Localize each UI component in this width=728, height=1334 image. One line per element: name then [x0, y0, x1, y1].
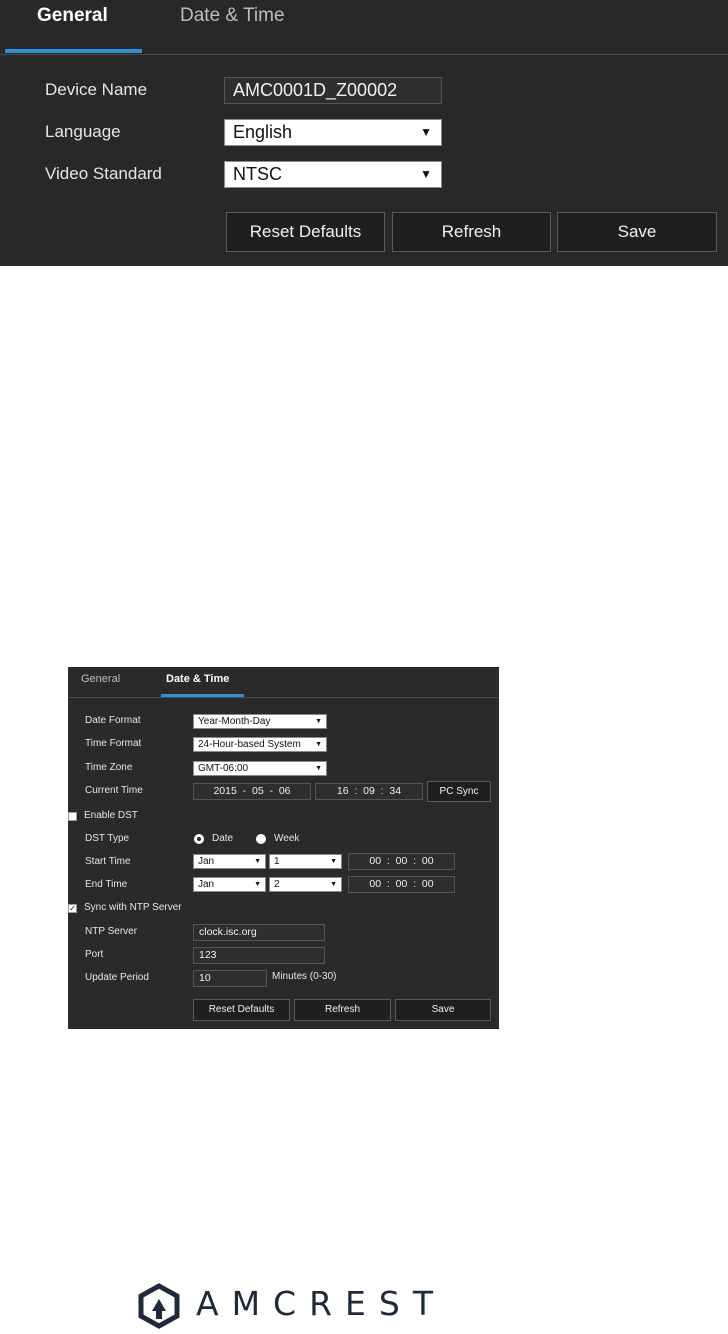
video-standard-select[interactable]: NTSC ▼	[224, 161, 442, 188]
enable-dst-label: Enable DST	[84, 810, 138, 821]
dropdown-arrow-icon: ▼	[420, 125, 432, 139]
dropdown-arrow-icon: ▼	[313, 715, 322, 728]
dropdown-arrow-icon: ▼	[252, 855, 261, 868]
start-clock-field[interactable]: 00 : 00 : 00	[348, 853, 455, 870]
date-time-settings-panel: General Date & Time Date Format Year-Mon…	[68, 667, 499, 1029]
time-format-value: 24-Hour-based System	[198, 739, 301, 750]
ntp-sync-checkbox[interactable]: ✓	[68, 904, 77, 913]
start-month-value: Jan	[198, 856, 215, 867]
ntp-server-label: NTP Server	[85, 926, 138, 937]
update-period-input[interactable]: 10	[193, 970, 267, 987]
general-settings-panel: General Date & Time Device Name AMC0001D…	[0, 0, 728, 266]
port-label: Port	[85, 949, 104, 960]
tab-bar: General Date & Time	[0, 0, 728, 55]
end-month-select[interactable]: Jan ▼	[193, 877, 266, 892]
port-input[interactable]: 123	[193, 947, 325, 964]
start-day-value: 1	[274, 856, 280, 867]
dst-type-week-radio[interactable]	[256, 834, 266, 844]
checkmark-icon: ✓	[69, 904, 76, 913]
current-time-label: Current Time	[85, 785, 143, 796]
tab-general[interactable]: General	[81, 673, 120, 685]
dropdown-arrow-icon: ▼	[313, 762, 322, 775]
time-format-label: Time Format	[85, 738, 142, 749]
tab-general[interactable]: General	[37, 5, 108, 27]
reset-defaults-button[interactable]: Reset Defaults	[226, 212, 385, 252]
save-button[interactable]: Save	[557, 212, 717, 252]
time-format-select[interactable]: 24-Hour-based System ▼	[193, 737, 327, 752]
date-format-select[interactable]: Year-Month-Day ▼	[193, 714, 327, 729]
pc-sync-button[interactable]: PC Sync	[427, 781, 491, 802]
time-zone-select[interactable]: GMT-06:00 ▼	[193, 761, 327, 776]
dst-type-date-label: Date	[212, 833, 234, 844]
current-clock-field[interactable]: 16 : 09 : 34	[315, 783, 423, 800]
tab-bar: General Date & Time	[68, 667, 499, 698]
end-day-select[interactable]: 2 ▼	[269, 877, 342, 892]
ntp-sync-label: Sync with NTP Server	[84, 902, 182, 913]
active-tab-indicator	[5, 49, 142, 53]
dropdown-arrow-icon: ▼	[252, 878, 261, 891]
tab-date-time[interactable]: Date & Time	[166, 673, 229, 685]
video-standard-value: NTSC	[233, 164, 282, 184]
device-name-value: AMC0001D_Z00002	[233, 80, 398, 100]
update-period-label: Update Period	[85, 972, 149, 983]
reset-defaults-button[interactable]: Reset Defaults	[193, 999, 290, 1021]
dropdown-arrow-icon: ▼	[420, 167, 432, 181]
language-label: Language	[45, 122, 121, 141]
current-date-field[interactable]: 2015 - 05 - 06	[193, 783, 311, 800]
start-month-select[interactable]: Jan ▼	[193, 854, 266, 869]
amcrest-logo-text: AMCREST	[196, 1284, 446, 1323]
dst-type-week-label: Week	[274, 833, 300, 844]
device-name-label: Device Name	[45, 80, 148, 99]
end-day-value: 2	[274, 879, 280, 890]
amcrest-logo-icon	[136, 1283, 182, 1329]
refresh-button[interactable]: Refresh	[392, 212, 551, 252]
refresh-button[interactable]: Refresh	[294, 999, 391, 1021]
end-time-label: End Time	[85, 879, 128, 890]
device-name-input[interactable]: AMC0001D_Z00002	[224, 77, 442, 104]
time-zone-value: GMT-06:00	[198, 763, 249, 774]
video-standard-label: Video Standard	[45, 164, 162, 183]
start-day-select[interactable]: 1 ▼	[269, 854, 342, 869]
date-format-value: Year-Month-Day	[198, 716, 271, 727]
end-month-value: Jan	[198, 879, 215, 890]
save-button[interactable]: Save	[395, 999, 491, 1021]
dropdown-arrow-icon: ▼	[328, 878, 337, 891]
language-select[interactable]: English ▼	[224, 119, 442, 146]
dst-type-label: DST Type	[85, 833, 130, 844]
enable-dst-checkbox[interactable]	[68, 812, 77, 821]
active-tab-indicator	[161, 694, 244, 697]
end-clock-field[interactable]: 00 : 00 : 00	[348, 876, 455, 893]
language-value: English	[233, 122, 293, 142]
update-period-unit: Minutes (0-30)	[272, 971, 337, 982]
ntp-server-input[interactable]: clock.isc.org	[193, 924, 325, 941]
time-zone-label: Time Zone	[85, 762, 133, 773]
dst-type-date-radio[interactable]	[194, 834, 204, 844]
date-format-label: Date Format	[85, 715, 141, 726]
dropdown-arrow-icon: ▼	[328, 855, 337, 868]
dropdown-arrow-icon: ▼	[313, 738, 322, 751]
start-time-label: Start Time	[85, 856, 131, 867]
tab-date-time[interactable]: Date & Time	[180, 5, 285, 27]
